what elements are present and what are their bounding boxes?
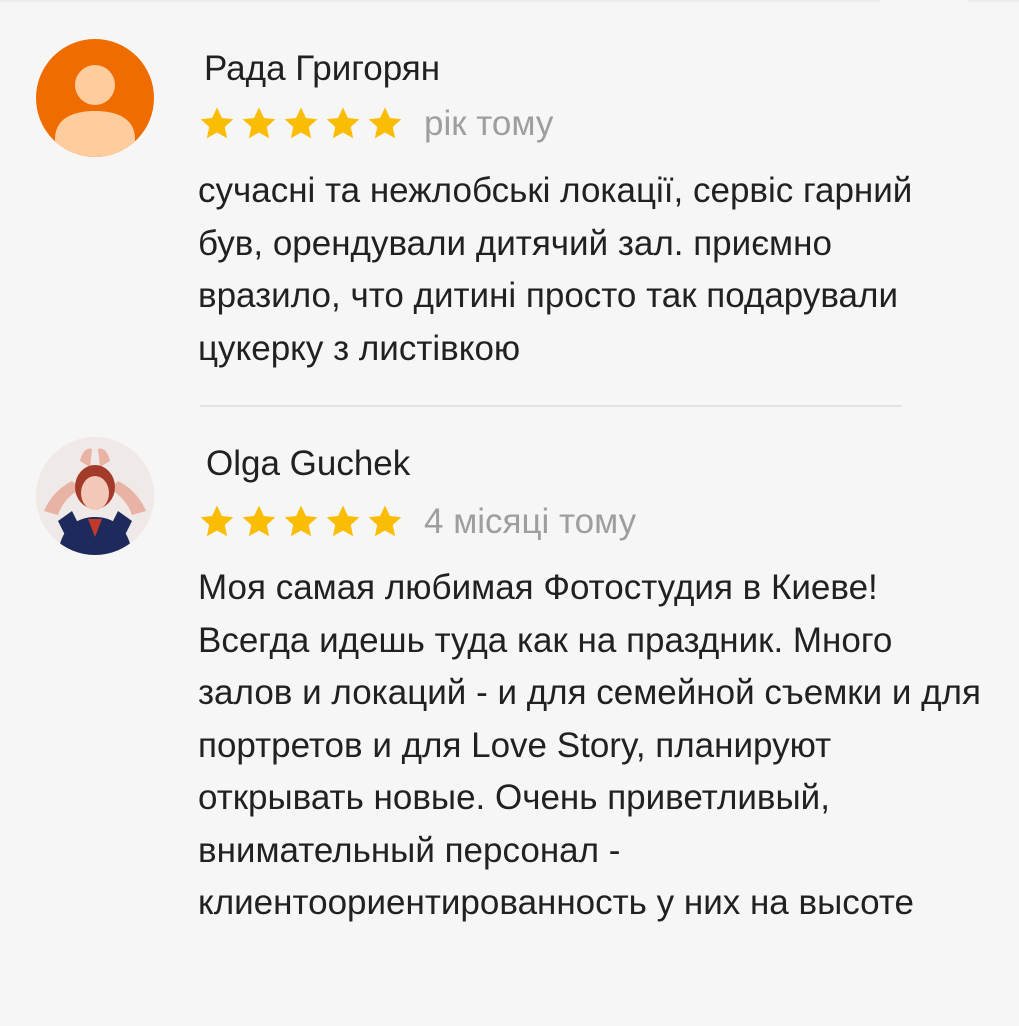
- star-icon: [366, 503, 404, 541]
- star-icon: [324, 105, 362, 143]
- star-icon: [282, 503, 320, 541]
- star-icon: [198, 105, 236, 143]
- star-icon: [282, 105, 320, 143]
- review-author-name[interactable]: Рада Григорян: [204, 49, 440, 89]
- reviews-page: Рада Григорян рік тому сучасні та нежлоб…: [0, 0, 1019, 1026]
- star-icon: [240, 503, 278, 541]
- user-photo-avatar[interactable]: [36, 437, 154, 555]
- review-text: Моя самая любимая Фотостудия в Киеве! Вс…: [198, 568, 981, 922]
- review-text: сучасні та нежлобські локації, сервіс га…: [198, 171, 913, 368]
- user-photo-icon: [36, 437, 154, 555]
- review-card: Рада Григорян рік тому сучасні та нежлоб…: [0, 0, 1019, 405]
- star-icon: [240, 105, 278, 143]
- review-time: 4 місяці тому: [424, 502, 637, 541]
- star-rating: [198, 503, 408, 541]
- star-icon: [198, 503, 236, 541]
- star-rating: [198, 105, 408, 143]
- user-silhouette-icon: [55, 65, 135, 157]
- review-author-name[interactable]: Olga Guchek: [206, 444, 410, 484]
- rating-row: рік тому: [198, 102, 553, 146]
- rating-row: 4 місяці тому: [198, 500, 636, 544]
- star-icon: [324, 503, 362, 541]
- review-card: Olga Guchek 4 місяці тому Моя самая люби…: [0, 407, 1019, 1026]
- star-icon: [366, 105, 404, 143]
- default-user-avatar-icon[interactable]: [36, 39, 154, 157]
- review-time: рік тому: [424, 104, 554, 143]
